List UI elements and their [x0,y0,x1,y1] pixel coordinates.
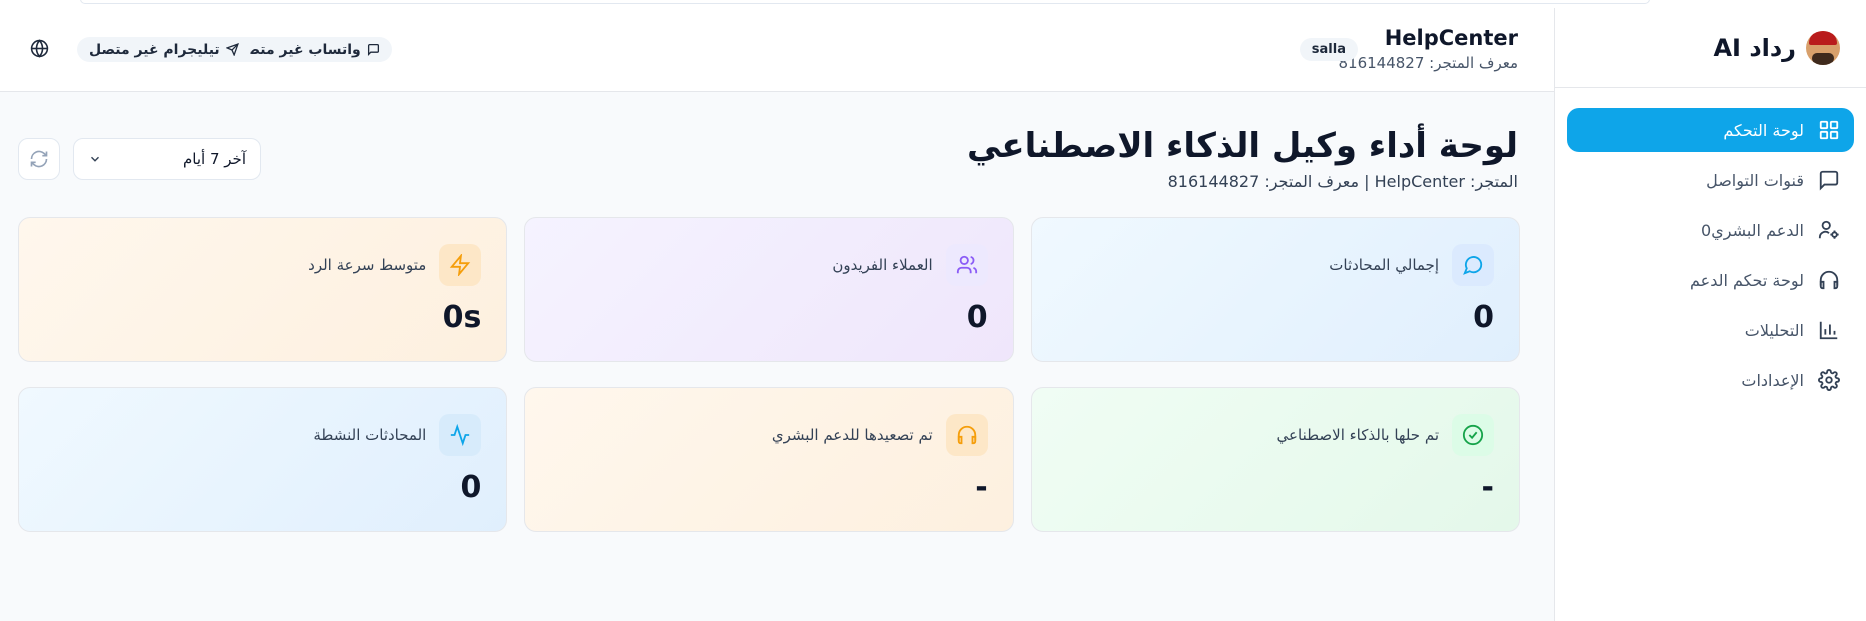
date-range-select[interactable]: آخر 7 أيام [73,138,261,180]
brand-avatar [1806,30,1840,65]
card-icon-box [439,414,482,456]
app-root: رداد AI لوحة التحكم قنوات التواصل الدعم … [0,0,1866,621]
users-icon [956,255,977,274]
activity-icon [451,424,470,446]
card-label: إجمالي المحادثات [1329,256,1439,274]
card-escalated: تم تصعيدها للدعم البشري - [524,387,1014,532]
refresh-icon [30,150,48,168]
check-circle-icon [1462,424,1484,446]
chevron-down-icon [91,156,99,162]
card-value: - [975,470,988,505]
card-value: 0 [966,300,988,335]
card-label: المحادثات النشطة [313,426,427,444]
card-total-conversations: إجمالي المحادثات 0 [1030,217,1520,362]
card-icon-box [1452,414,1494,456]
date-range-value: آخر 7 أيام [183,150,246,168]
bar-chart-icon [1819,321,1838,340]
card-active-conversations: المحادثات النشطة 0 [18,387,508,532]
send-icon [225,43,239,56]
card-icon-box [945,414,988,456]
store-name: HelpCenter [1384,26,1518,50]
main-content: لوحة أداء وكيل الذكاء الاصطناعي المتجر: … [0,92,1554,621]
globe-icon[interactable] [30,39,49,58]
chat-bubble-icon [1463,256,1483,275]
stats-cards: إجمالي المحادثات 0 العملاء الفريدون 0 مت… [18,217,1520,532]
sidebar-item-channels[interactable]: قنوات التواصل [1567,158,1854,202]
sidebar-nav: لوحة التحكم قنوات التواصل الدعم البشري0 … [1555,88,1866,402]
gear-icon [1818,369,1840,391]
card-label: تم تصعيدها للدعم البشري [771,426,933,444]
card-value: 0 [1473,300,1494,335]
headphones-icon [957,425,976,445]
card-avg-response-speed: متوسط سرعة الرد 0s [18,217,508,362]
refresh-button[interactable] [18,138,60,180]
sidebar-item-label: الدعم البشري0 [1701,220,1804,240]
sidebar-item-dashboard[interactable]: لوحة التحكم [1567,108,1854,152]
card-value: 0s [442,300,482,335]
telegram-status-text: تيليجرام غير متصل [89,41,220,58]
card-label: متوسط سرعة الرد [308,256,427,274]
sidebar-item-label: الإعدادات [1741,370,1804,390]
browser-strip [0,0,1866,8]
card-value: 0 [460,470,482,505]
whatsapp-status-text: واتساب غير متصل [234,41,361,58]
card-label: تم حلها بالذكاء الاصطناعي [1276,426,1439,444]
telegram-status-pill[interactable]: تيليجرام غير متصل [77,37,251,62]
card-ai-resolved: تم حلها بالذكاء الاصطناعي - [1030,387,1520,532]
lightning-icon [450,254,471,276]
card-unique-customers: العملاء الفريدون 0 [524,217,1014,362]
store-id: معرف المتجر: 816144827 [1338,54,1519,72]
top-header: HelpCenter معرف المتجر: 816144827 salla … [0,8,1554,92]
sidebar-item-analytics[interactable]: التحليلات [1567,308,1854,352]
sidebar-item-support-dashboard[interactable]: لوحة تحكم الدعم [1567,258,1854,302]
page-subtitle: المتجر: HelpCenter | معرف المتجر: 816144… [1167,172,1518,191]
sidebar: رداد AI لوحة التحكم قنوات التواصل الدعم … [1554,8,1866,621]
brand-name: رداد AI [1713,33,1796,62]
card-icon-box [945,244,988,286]
platform-badge: salla [1299,38,1358,61]
headphones-icon [1819,270,1839,290]
dashboard-grid-icon [1819,120,1839,140]
card-icon-box [439,244,482,286]
sidebar-item-settings[interactable]: الإعدادات [1567,358,1854,402]
sidebar-item-label: التحليلات [1744,320,1804,340]
sidebar-item-human-support[interactable]: الدعم البشري0 [1567,208,1854,252]
user-gear-icon [1818,220,1839,239]
sidebar-item-label: لوحة تحكم الدعم [1690,270,1804,290]
store-info: HelpCenter معرف المتجر: 816144827 [1339,26,1519,72]
chat-icon [1819,170,1839,191]
sidebar-item-label: قنوات التواصل [1706,170,1804,190]
message-square-icon [367,43,379,56]
card-label: العملاء الفريدون [832,256,933,274]
card-icon-box [1452,244,1494,286]
page-title: لوحة أداء وكيل الذكاء الاصطناعي [966,126,1518,166]
brand[interactable]: رداد AI [1555,8,1866,88]
address-bar-edge [80,0,1650,4]
card-value: - [1481,470,1494,505]
sidebar-item-label: لوحة التحكم [1723,120,1804,140]
